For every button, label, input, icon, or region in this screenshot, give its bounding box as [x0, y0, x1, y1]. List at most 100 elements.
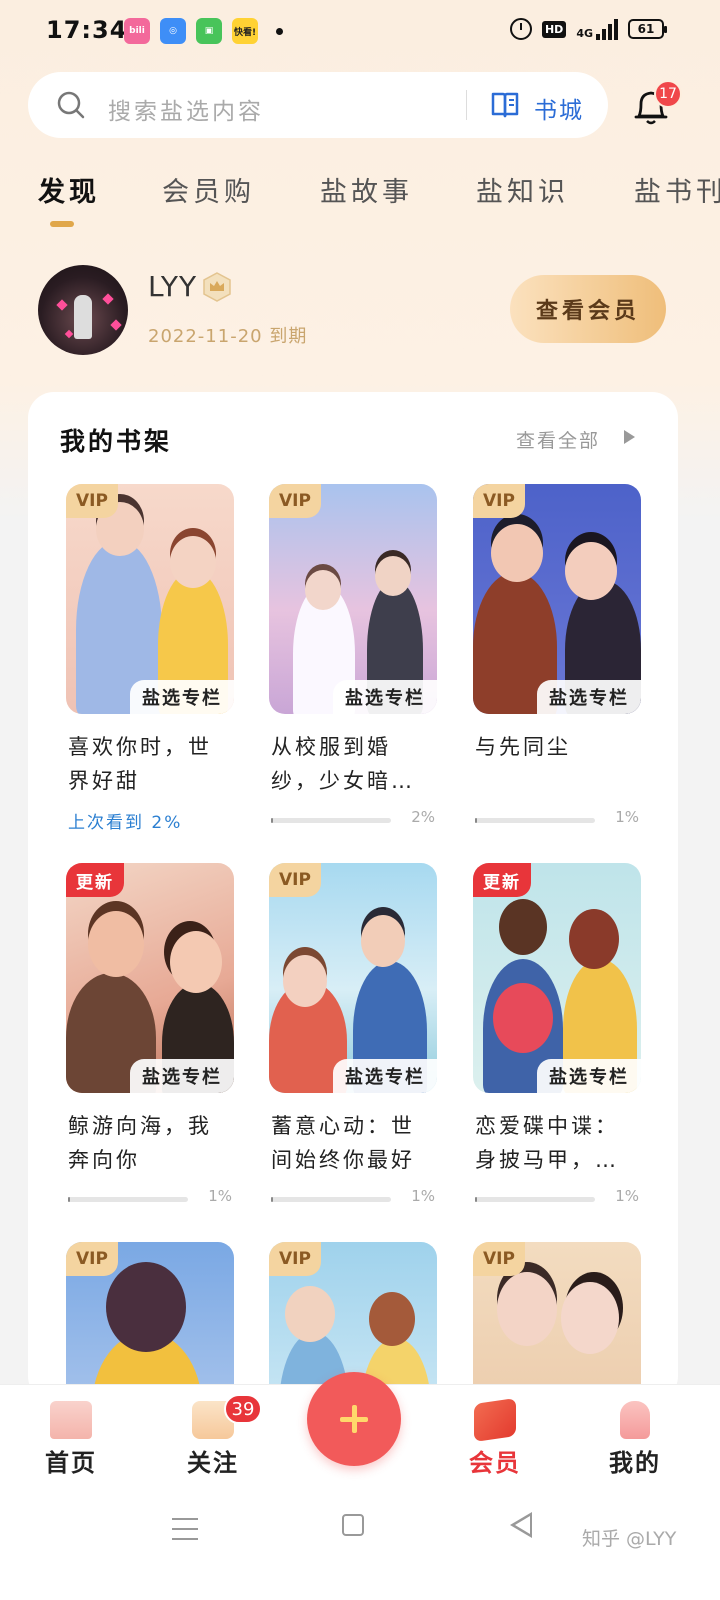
vip-badge: VIP [269, 484, 321, 518]
vip-badge: VIP [66, 484, 118, 518]
search-input[interactable]: 搜索盐选内容 [108, 92, 264, 126]
book-cover[interactable]: VIP 盐选专栏 [269, 863, 437, 1093]
bilibili-icon: bili [124, 18, 150, 44]
reading-progress-text: 上次看到 2% [68, 813, 183, 833]
book-item[interactable]: 更新 盐选专栏 鲸游向海，我奔向你 1% [66, 863, 234, 1223]
browser-icon: ◎ [160, 18, 186, 44]
vip-crown-icon [203, 272, 231, 302]
progress-fill [271, 1197, 274, 1202]
expiry-date: 2022-11-20 [148, 326, 263, 347]
tab-salt-stories[interactable]: 盐故事 [320, 170, 413, 209]
book-cover[interactable]: VIP 盐选专栏 [473, 484, 641, 714]
active-tab-indicator [50, 221, 74, 227]
tab-salt-books[interactable]: 盐书刊 [634, 170, 720, 209]
add-button[interactable] [307, 1372, 401, 1466]
bookstore-icon[interactable] [490, 91, 520, 119]
progress-fill [68, 1197, 71, 1202]
search-icon [57, 91, 85, 119]
nav-member-label: 会员 [469, 1449, 521, 1477]
progress-fill [271, 818, 274, 823]
book-item[interactable]: 更新 盐选专栏 恋爱碟中谍：身披马甲，… 1% [473, 863, 641, 1223]
system-navigation-bar: 知乎 @LYY [0, 1494, 720, 1600]
progress-fill [475, 1197, 478, 1202]
avatar[interactable] [38, 265, 128, 355]
battery-icon: 61 [628, 19, 667, 39]
tab-discover[interactable]: 发现 [38, 170, 100, 209]
castle-icon [50, 1401, 92, 1439]
membership-expiry: 2022-11-20 到期 [148, 322, 307, 348]
progress-percent: 1% [615, 1187, 639, 1205]
progress-percent: 1% [208, 1187, 232, 1205]
book-title: 蓄意心动：世间始终你最好 [271, 1114, 415, 1172]
status-indicators: HD 4G 61 [509, 18, 667, 40]
battery-level: 61 [637, 22, 655, 36]
book-item[interactable]: VIP [66, 1242, 234, 1402]
book-cover[interactable]: 更新 盐选专栏 [473, 863, 641, 1093]
nav-home[interactable]: 首页 [26, 1401, 116, 1478]
nav-follow-label: 关注 [187, 1449, 239, 1477]
notification-app-icons: bili ◎ ▣ 快看! [124, 18, 283, 44]
book-item[interactable]: VIP 盐选专栏 从校服到婚纱，少女暗… 2% [269, 484, 437, 844]
bookshelf-card: 我的书架 查看全部 VIP 盐选专栏 喜欢你时，世界好甜 上次看到 2% VIP… [28, 392, 678, 1402]
tab-member-shop[interactable]: 会员购 [162, 170, 255, 209]
book-cover[interactable]: VIP 盐选专栏 [269, 484, 437, 714]
search-divider [466, 90, 467, 120]
book-title: 恋爱碟中谍：身披马甲，… [475, 1114, 619, 1172]
arrow-right-icon[interactable] [624, 430, 635, 444]
book-title: 与先同尘 [475, 735, 571, 759]
book-item[interactable]: VIP 盐选专栏 蓄意心动：世间始终你最好 1% [269, 863, 437, 1223]
bookshelf-title: 我的书架 [60, 427, 173, 456]
shopping-icon: ▣ [196, 18, 222, 44]
search-bar[interactable]: 搜索盐选内容 书城 [28, 72, 608, 138]
nav-member[interactable]: 会员 [450, 1398, 540, 1478]
progress-percent: 1% [411, 1187, 435, 1205]
plus-icon-bar [340, 1416, 368, 1422]
book-cover[interactable]: 更新 盐选专栏 [66, 863, 234, 1093]
hd-badge: HD [541, 20, 567, 38]
book-title: 喜欢你时，世界好甜 [68, 735, 212, 793]
update-badge: 更新 [473, 863, 531, 897]
home-icon[interactable] [342, 1514, 364, 1536]
progress-percent: 1% [615, 808, 639, 826]
view-all-link[interactable]: 查看全部 [516, 426, 600, 453]
book-cover[interactable]: VIP 盐选专栏 [66, 484, 234, 714]
vip-badge: VIP [473, 1242, 525, 1276]
category-tabs: 发现 会员购 盐故事 盐知识 盐书刊 [38, 170, 720, 210]
book-item[interactable]: VIP 盐选专栏 喜欢你时，世界好甜 上次看到 2% [66, 484, 234, 844]
nav-profile[interactable]: 我的 [590, 1401, 680, 1478]
back-icon-inner [515, 1516, 530, 1534]
book-item[interactable]: VIP [473, 1242, 641, 1402]
tab-salt-knowledge[interactable]: 盐知识 [476, 170, 569, 209]
view-membership-button[interactable]: 查看会员 [510, 275, 666, 343]
kuaikan-icon: 快看! [232, 18, 258, 44]
status-time: 17:34 [46, 16, 128, 44]
username: LYY [148, 270, 198, 303]
progress-fill [475, 818, 478, 823]
book-item[interactable]: VIP 盐选专栏 与先同尘 1% [473, 484, 641, 844]
progress-bar [475, 1197, 595, 1202]
progress-bar [271, 818, 391, 823]
bookstore-link[interactable]: 书城 [534, 91, 584, 125]
book-title: 鲸游向海，我奔向你 [68, 1114, 212, 1172]
nav-home-label: 首页 [45, 1449, 97, 1477]
expiry-suffix: 到期 [269, 326, 308, 347]
alarm-icon [509, 18, 532, 40]
vip-badge: VIP [66, 1242, 118, 1276]
profile-icon [620, 1401, 650, 1439]
status-bar: 17:34 bili ◎ ▣ 快看! HD 4G 61 [0, 0, 720, 64]
column-label: 盐选专栏 [537, 680, 641, 714]
column-label: 盐选专栏 [130, 680, 234, 714]
nav-profile-label: 我的 [609, 1449, 661, 1477]
progress-percent: 2% [411, 808, 435, 826]
network-type: 4G [576, 27, 593, 40]
flag-icon [474, 1398, 516, 1442]
progress-bar [475, 818, 595, 823]
update-badge: 更新 [66, 863, 124, 897]
vip-badge: VIP [269, 1242, 321, 1276]
book-cover[interactable]: VIP [66, 1242, 234, 1402]
progress-bar [68, 1197, 188, 1202]
notification-badge: 17 [654, 80, 682, 108]
more-notifications-dot [276, 27, 283, 35]
recent-apps-icon[interactable] [172, 1518, 198, 1540]
book-cover[interactable]: VIP [473, 1242, 641, 1402]
